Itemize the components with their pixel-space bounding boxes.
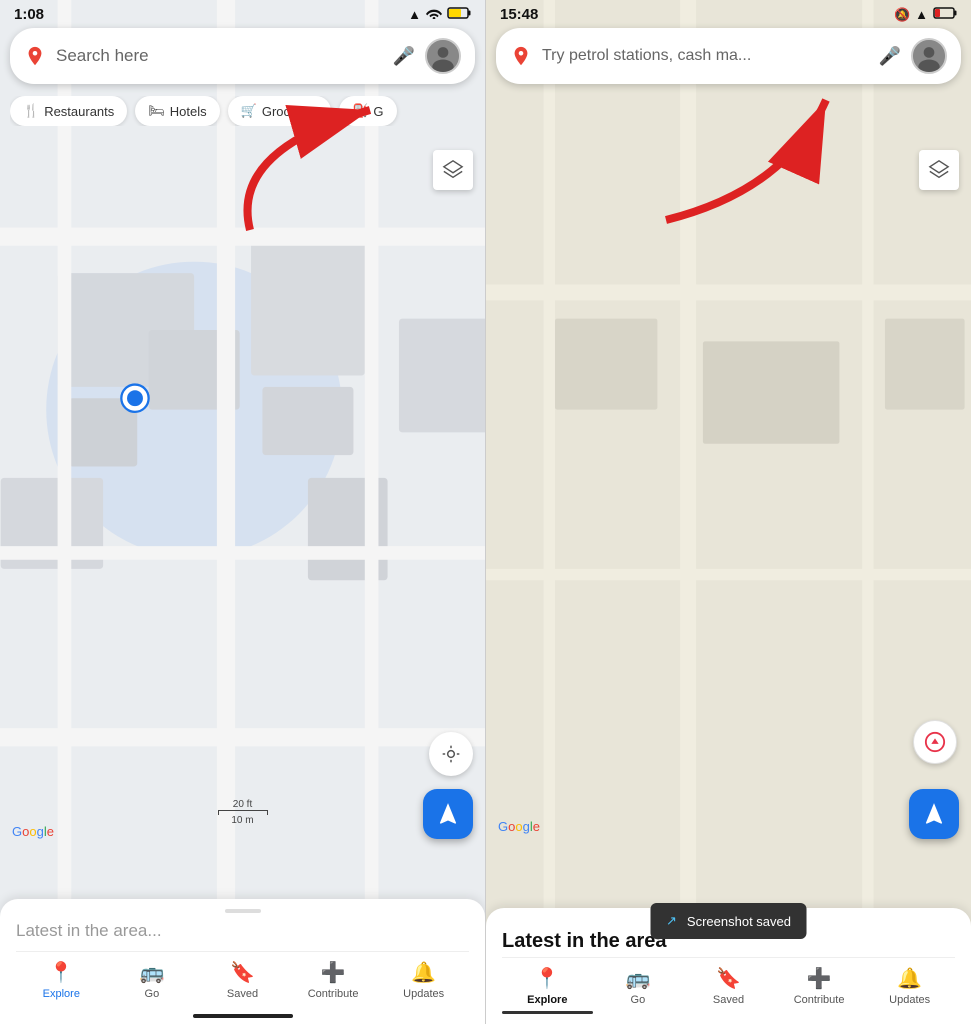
explore-label-left: Explore [43, 988, 80, 1000]
pill-groceries[interactable]: 🛒 Groceries [228, 96, 332, 126]
bottom-sheet-left: Latest in the area... 📍 Explore 🚌 Go 🔖 S… [0, 899, 485, 1024]
updates-icon-right: 🔔 [897, 966, 922, 991]
search-input-right[interactable]: Try petrol stations, cash ma... [542, 47, 869, 65]
pill-restaurants[interactable]: 🍴 Restaurants [10, 96, 127, 126]
nav-saved-left[interactable]: 🔖 Saved [197, 960, 288, 1000]
google-maps-pin-icon [24, 45, 46, 67]
updates-label-right: Updates [889, 994, 930, 1006]
explore-icon-left: 📍 [49, 960, 74, 985]
bottom-nav-right: 📍 Explore 🚌 Go 🔖 Saved ➕ Contribute 🔔 Up… [502, 957, 955, 1024]
nav-updates-left[interactable]: 🔔 Updates [378, 960, 469, 1000]
updates-icon-left: 🔔 [411, 960, 436, 985]
scale-bar-left: 20 ft 10 m [218, 799, 268, 826]
nav-contribute-left[interactable]: ➕ Contribute [288, 960, 379, 1000]
explore-indicator-right [502, 1011, 593, 1014]
status-icons-right: 🔕 ▲ [894, 7, 957, 23]
grocery-icon: 🛒 [241, 103, 257, 119]
hotel-icon: 🛏 [148, 103, 165, 119]
location-button-left[interactable] [429, 732, 473, 776]
battery-icon-right [933, 7, 957, 22]
map-area-left[interactable]: Search here 🎤 🍴 Restaurants 🛏 Hotels [0, 0, 485, 1024]
toast-icon: ↗ [666, 913, 677, 929]
help-fab-right[interactable] [913, 720, 957, 764]
layers-button-left[interactable] [433, 150, 473, 190]
avatar-right[interactable] [911, 38, 947, 74]
explore-icon-right: 📍 [535, 966, 560, 991]
saved-label-left: Saved [227, 988, 258, 1000]
nav-contribute-right[interactable]: ➕ Contribute [774, 966, 865, 1014]
nav-go-left[interactable]: 🚌 Go [107, 960, 198, 1000]
right-phone-panel: Try petrol stations, cash ma... 🎤 [486, 0, 971, 1024]
time-right: 15:48 [500, 6, 538, 23]
search-bar-left[interactable]: Search here 🎤 [10, 28, 475, 84]
contribute-icon-left: ➕ [321, 960, 346, 985]
latest-text-left: Latest in the area... [16, 921, 469, 941]
pill-gas[interactable]: ⛽ G [339, 96, 396, 126]
screenshot-toast: ↗ Screenshot saved [650, 903, 807, 939]
search-input-left[interactable]: Search here [56, 46, 383, 66]
time-left: 1:08 [14, 6, 44, 23]
updates-label-left: Updates [403, 988, 444, 1000]
toast-text: Screenshot saved [687, 914, 791, 929]
gas-icon: ⛽ [352, 103, 368, 119]
bottom-nav-left: 📍 Explore 🚌 Go 🔖 Saved ➕ Contribute 🔔 Up… [16, 951, 469, 1010]
go-label-left: Go [145, 988, 160, 1000]
avatar-left[interactable] [425, 38, 461, 74]
signal-icon-right: ▲ [915, 7, 928, 22]
google-logo-left: Google [12, 824, 54, 839]
nav-explore-right[interactable]: 📍 Explore [502, 966, 593, 1014]
map-area-right[interactable]: Try petrol stations, cash ma... 🎤 [486, 0, 971, 1024]
nav-saved-right[interactable]: 🔖 Saved [683, 966, 774, 1014]
layers-button-right[interactable] [919, 150, 959, 190]
google-maps-pin-icon-right [510, 45, 532, 67]
mic-icon-left[interactable]: 🎤 [393, 46, 415, 67]
category-pills-left: 🍴 Restaurants 🛏 Hotels 🛒 Groceries ⛽ G [10, 96, 485, 126]
status-icons-left: ▲ [408, 7, 471, 22]
saved-icon-left: 🔖 [230, 960, 255, 985]
search-bar-right[interactable]: Try petrol stations, cash ma... 🎤 [496, 28, 961, 84]
mute-icon-right: 🔕 [894, 7, 910, 23]
home-indicator-left [193, 1014, 293, 1018]
contribute-label-right: Contribute [794, 994, 845, 1006]
left-phone-panel: Search here 🎤 🍴 Restaurants 🛏 Hotels [0, 0, 486, 1024]
direction-fab-left[interactable] [423, 789, 473, 839]
contribute-icon-right: ➕ [807, 966, 832, 991]
nav-explore-left[interactable]: 📍 Explore [16, 960, 107, 1000]
contribute-label-left: Contribute [308, 988, 359, 1000]
direction-fab-right[interactable] [909, 789, 959, 839]
go-icon-right: 🚌 [625, 966, 650, 991]
saved-icon-right: 🔖 [716, 966, 741, 991]
restaurant-icon: 🍴 [23, 103, 39, 119]
status-bar-right: 15:48 🔕 ▲ [486, 0, 971, 27]
battery-icon-left [447, 7, 471, 22]
saved-label-right: Saved [713, 994, 744, 1006]
nav-go-right[interactable]: 🚌 Go [593, 966, 684, 1014]
sheet-handle-left [225, 909, 261, 913]
nav-updates-right[interactable]: 🔔 Updates [864, 966, 955, 1014]
explore-label-right: Explore [527, 994, 567, 1006]
wifi-icon-left [426, 7, 442, 22]
pill-hotels[interactable]: 🛏 Hotels [135, 96, 219, 126]
signal-icon-left: ▲ [408, 7, 421, 22]
go-label-right: Go [631, 994, 646, 1006]
google-logo-right: Google [498, 819, 540, 834]
status-bar-left: 1:08 ▲ [0, 0, 485, 27]
mic-icon-right[interactable]: 🎤 [879, 46, 901, 67]
go-icon-left: 🚌 [139, 960, 164, 985]
